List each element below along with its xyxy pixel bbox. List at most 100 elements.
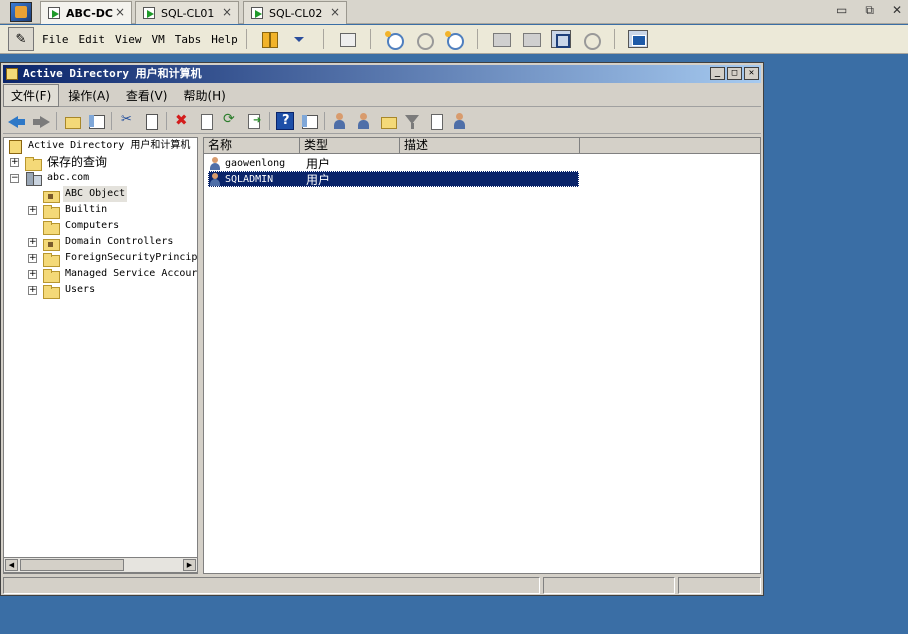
expand-icon[interactable]: + <box>28 237 37 247</box>
menu-view[interactable]: View <box>115 33 142 46</box>
console-tree[interactable]: Active Directory 用户和计算机 + 保存的查询 − abc.co… <box>3 137 198 574</box>
properties-icon[interactable] <box>197 112 215 130</box>
toolbar-separator <box>322 29 324 49</box>
column-header-description[interactable]: 描述 <box>400 138 580 154</box>
unity-icon[interactable] <box>581 30 601 50</box>
tree-item-abc-object[interactable]: ABC Object <box>28 186 128 203</box>
menu-vm[interactable]: VM <box>152 33 165 46</box>
tab-close-icon[interactable]: × <box>330 5 340 19</box>
back-arrow-icon[interactable] <box>8 112 26 130</box>
take-snapshot-icon[interactable] <box>384 30 404 50</box>
expand-icon[interactable]: + <box>28 253 37 263</box>
window-title: Active Directory 用户和计算机 <box>23 67 202 80</box>
thumbnail-bar-icon[interactable] <box>521 30 541 48</box>
new-ou-icon[interactable] <box>379 112 397 130</box>
folder-icon <box>43 252 60 267</box>
tree-item-builtin[interactable]: + Builtin <box>28 202 109 219</box>
column-header-name[interactable]: 名称 <box>204 138 300 154</box>
column-header-filler <box>580 138 760 154</box>
menu-tabs[interactable]: Tabs <box>175 33 202 46</box>
expand-icon[interactable]: + <box>10 157 19 167</box>
maximize-button[interactable]: □ <box>727 67 742 80</box>
status-cell-2 <box>543 577 675 594</box>
vm-running-icon <box>142 6 156 20</box>
tree-item-label: Builtin <box>65 204 108 215</box>
tab-abc-dc[interactable]: ABC-DC × <box>40 1 132 24</box>
tree-item-domain-controllers[interactable]: + Domain Controllers <box>28 234 175 251</box>
ad-console-icon <box>8 139 22 154</box>
details-list[interactable]: 名称 类型 描述 gaowenlong 用户 SQLADMIN 用户 <box>203 137 761 574</box>
delete-icon[interactable] <box>173 111 191 130</box>
menu-help-cn[interactable]: 帮助(H) <box>176 85 232 106</box>
new-user-icon[interactable] <box>331 112 349 130</box>
tree-item-abc-com[interactable]: − abc.com <box>10 170 91 186</box>
menu-view-cn[interactable]: 查看(V) <box>119 85 175 106</box>
sidebar-toggle-icon[interactable] <box>491 30 511 48</box>
tree-item-users[interactable]: + Users <box>28 282 97 299</box>
show-action-pane-icon[interactable] <box>300 112 318 130</box>
cut-icon[interactable] <box>118 112 136 130</box>
network-icon[interactable] <box>337 30 357 48</box>
scroll-left-icon[interactable]: ◀ <box>5 559 18 571</box>
toolbar-separator <box>269 111 270 130</box>
toolbar-separator <box>111 111 112 130</box>
menu-file-cn[interactable]: 文件(F) <box>3 84 60 107</box>
user-icon <box>208 172 222 186</box>
add-to-group-icon[interactable] <box>451 112 469 130</box>
tab-close-icon[interactable]: × <box>222 5 232 19</box>
folder-icon <box>25 156 42 171</box>
chevron-down-icon[interactable] <box>290 30 310 48</box>
tree-item-managed-service-accounts[interactable]: + Managed Service Accour <box>28 266 197 283</box>
tree-item-label: ForeignSecurityPrincip <box>65 252 198 263</box>
snapshot-manager-icon[interactable] <box>444 30 464 50</box>
fullscreen-icon[interactable] <box>550 30 571 48</box>
menu-file[interactable]: File <box>42 33 69 46</box>
ou-icon <box>43 188 60 203</box>
menu-edit[interactable]: Edit <box>79 33 106 46</box>
list-row-gaowenlong[interactable]: gaowenlong 用户 <box>208 155 579 171</box>
toolbar-separator <box>476 29 478 49</box>
expand-icon[interactable]: + <box>28 205 37 215</box>
new-group-icon[interactable] <box>355 112 373 130</box>
minimize-icon[interactable]: ▭ <box>836 3 847 18</box>
suspend-icon[interactable] <box>260 30 280 48</box>
minimize-button[interactable]: _ <box>710 67 725 80</box>
show-console-tree-icon[interactable] <box>87 112 105 130</box>
revert-snapshot-icon[interactable] <box>414 30 434 50</box>
up-folder-icon[interactable] <box>63 112 81 130</box>
scroll-right-icon[interactable]: ▶ <box>183 559 196 571</box>
tree-root[interactable]: Active Directory 用户和计算机 <box>8 138 192 154</box>
menu-help[interactable]: Help <box>211 33 238 46</box>
help-icon[interactable] <box>276 111 294 130</box>
tab-label: ABC-DC <box>66 6 113 20</box>
close-button[interactable]: ✕ <box>744 67 759 80</box>
filter-icon[interactable] <box>403 112 421 130</box>
restore-icon[interactable]: ⧉ <box>865 3 874 18</box>
tree-item-saved-queries[interactable]: + 保存的查询 <box>10 154 109 171</box>
tree-item-label: 保存的查询 <box>47 155 108 169</box>
expand-icon[interactable]: + <box>28 285 37 295</box>
scroll-thumb[interactable] <box>20 559 124 571</box>
mmc-title-bar[interactable]: Active Directory 用户和计算机 _ □ ✕ <box>3 65 761 83</box>
column-header-type[interactable]: 类型 <box>300 138 400 154</box>
tab-sql-cl02[interactable]: SQL-CL02 × <box>243 1 347 24</box>
pin-icon[interactable]: ✎ <box>8 27 34 51</box>
folder-icon <box>43 204 60 219</box>
tab-sql-cl01[interactable]: SQL-CL01 × <box>135 1 239 24</box>
copy-icon[interactable] <box>142 112 160 130</box>
menu-action-cn[interactable]: 操作(A) <box>61 85 117 106</box>
close-icon[interactable]: ✕ <box>892 3 902 18</box>
export-list-icon[interactable] <box>245 112 263 130</box>
tab-close-icon[interactable]: × <box>115 5 125 19</box>
find-icon[interactable] <box>427 112 445 130</box>
tree-item-computers[interactable]: Computers <box>28 218 121 235</box>
expand-icon[interactable]: + <box>28 269 37 279</box>
collapse-icon[interactable]: − <box>10 173 19 183</box>
tree-item-foreign-security-principals[interactable]: + ForeignSecurityPrincip <box>28 250 198 267</box>
toolbar-separator <box>56 111 57 130</box>
console-view-icon[interactable] <box>627 30 648 48</box>
list-row-sqladmin[interactable]: SQLADMIN 用户 <box>208 171 579 187</box>
refresh-icon[interactable] <box>221 111 239 130</box>
forward-arrow-icon[interactable] <box>32 112 50 130</box>
tree-horizontal-scrollbar[interactable]: ◀ ▶ <box>3 557 198 573</box>
